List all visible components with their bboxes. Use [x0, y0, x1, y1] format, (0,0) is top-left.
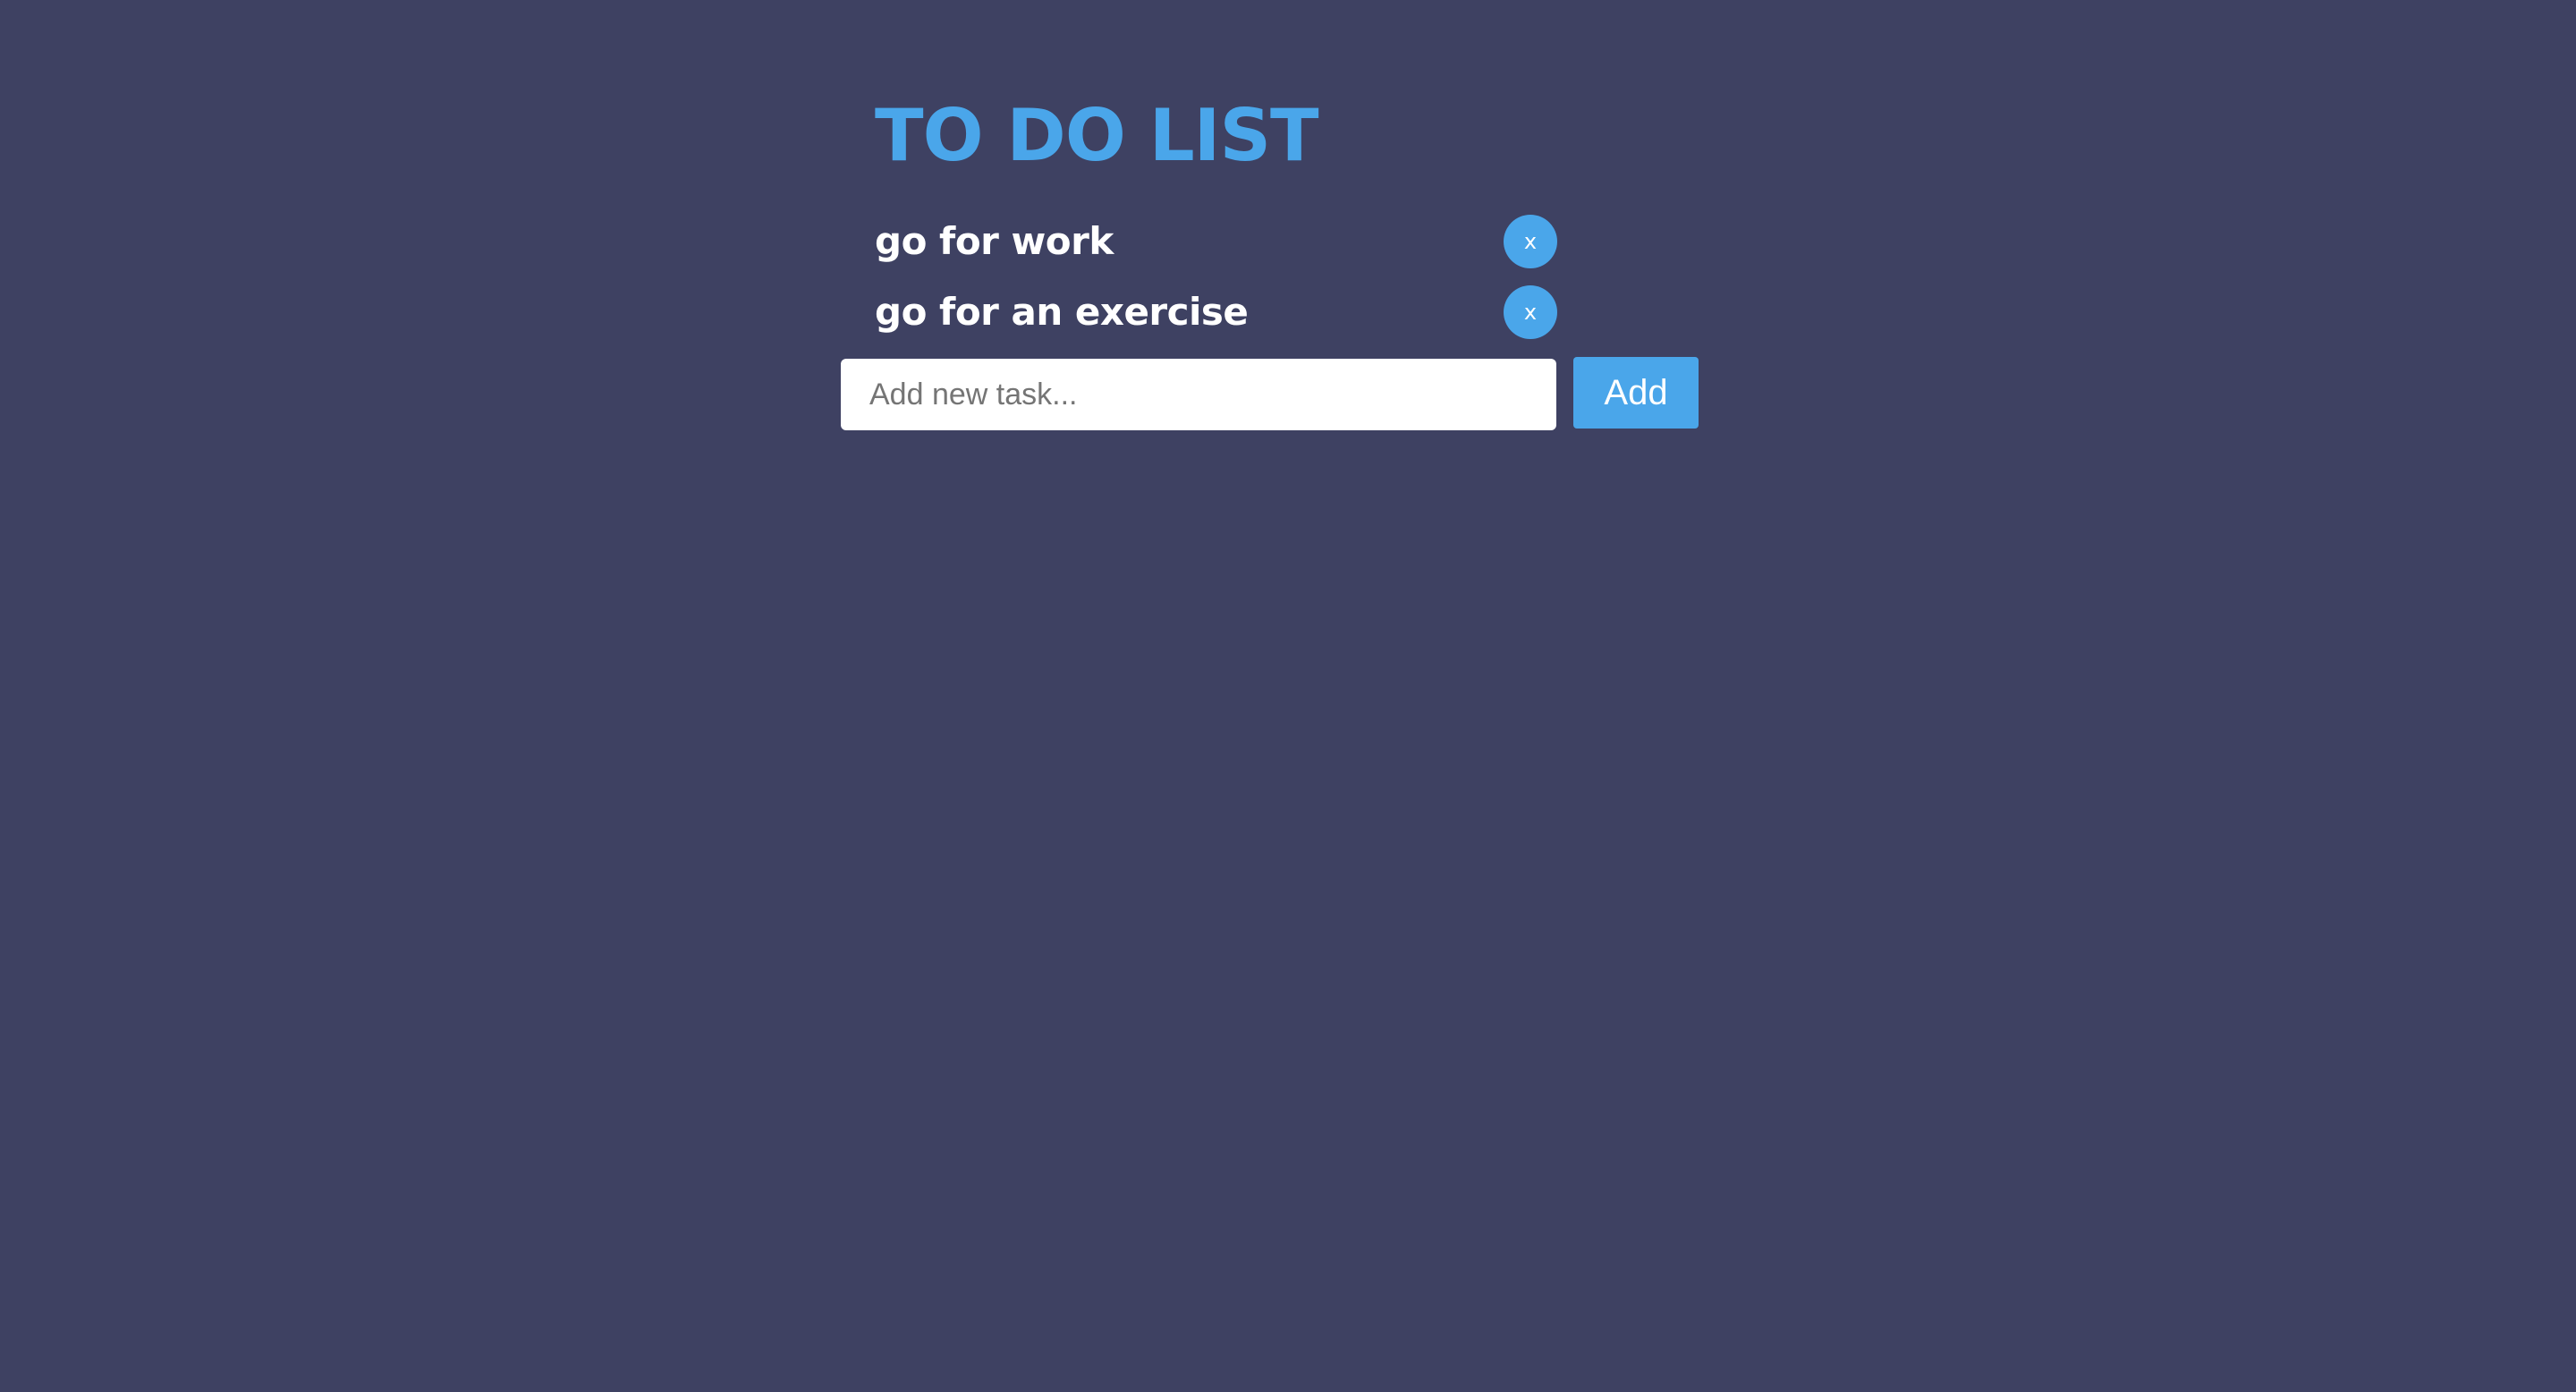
add-task-button[interactable]: Add	[1573, 357, 1699, 429]
delete-task-button[interactable]: x	[1504, 215, 1557, 268]
list-item: go for an exercise x	[875, 285, 1557, 339]
list-item: go for work x	[875, 215, 1557, 268]
task-label: go for an exercise	[875, 290, 1249, 334]
new-task-input[interactable]	[841, 359, 1556, 430]
todo-app: TO DO LIST go for work x go for an exerc…	[0, 0, 2576, 1392]
task-label: go for work	[875, 219, 1114, 263]
delete-task-button[interactable]: x	[1504, 285, 1557, 339]
page-title: TO DO LIST	[875, 94, 1319, 177]
